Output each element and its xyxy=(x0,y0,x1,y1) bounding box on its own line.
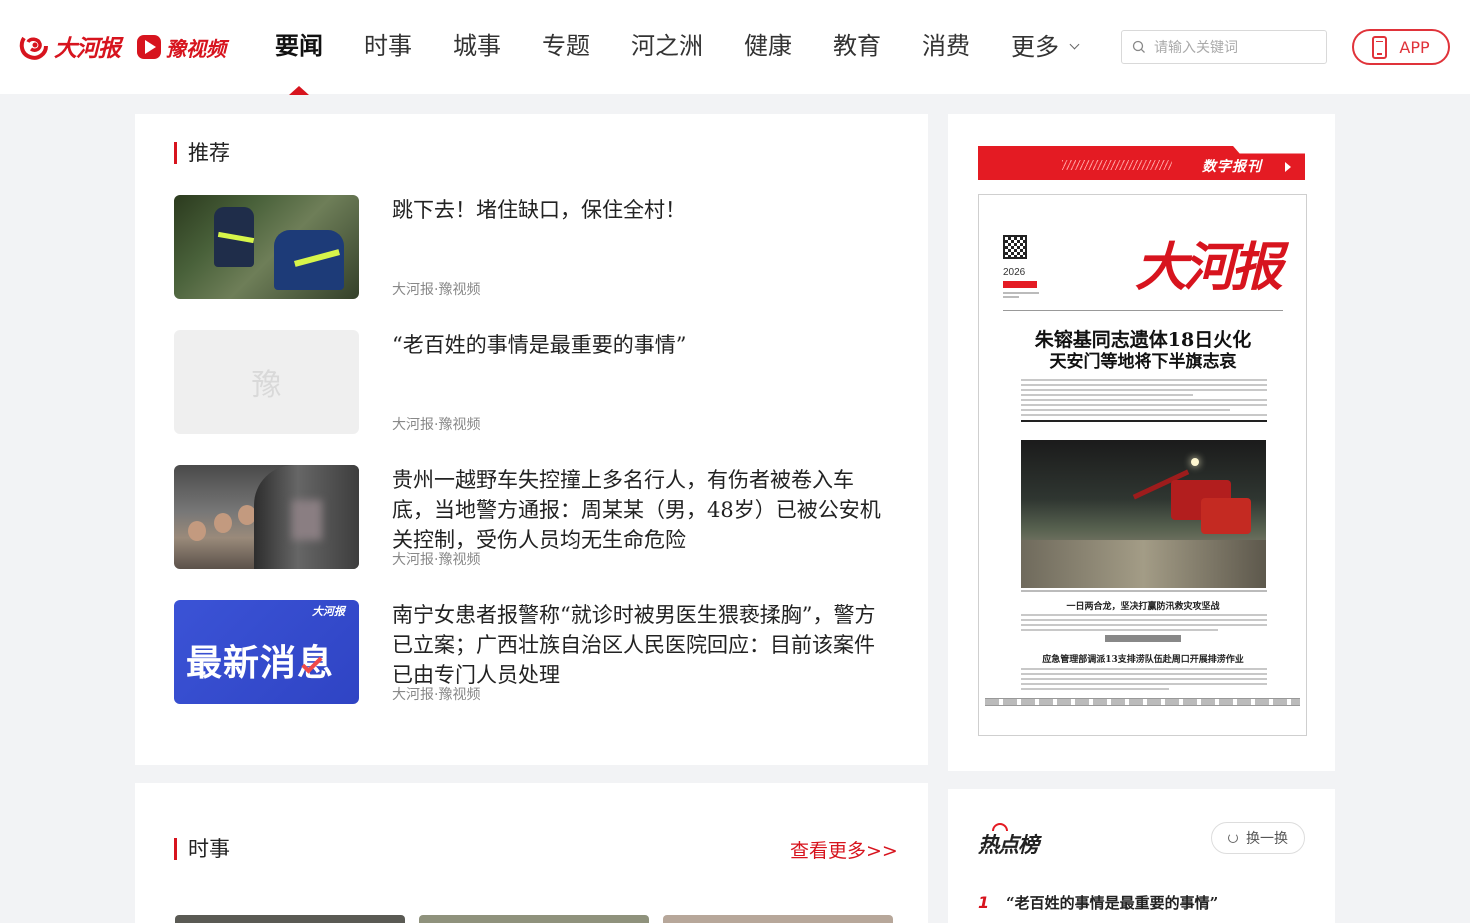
nav-item-zhuanti[interactable]: 专题 xyxy=(542,0,590,94)
news-source: 大河报·豫视频 xyxy=(392,552,481,568)
yu-video-logo[interactable]: 豫视频 xyxy=(136,30,226,64)
hot-list-title-text: 热点榜 xyxy=(978,833,1039,857)
nav-item-shishi[interactable]: 时事 xyxy=(364,0,412,94)
banner-label: 数字报刊 xyxy=(1202,159,1262,175)
paper-bottom-headline: 应急管理部调派13支排涝队伍赴周口开展排涝作业 xyxy=(1042,655,1244,665)
main-nav: 要闻 时事 城事 专题 河之洲 健康 教育 消费 更多 xyxy=(275,0,1119,95)
news-thumbnail[interactable] xyxy=(174,465,359,569)
nav-label: 河之洲 xyxy=(631,32,703,60)
nav-label: 消费 xyxy=(922,32,970,60)
shishi-panel: 时事 查看更多>> xyxy=(135,783,928,923)
nav-item-hezhizhou[interactable]: 河之洲 xyxy=(631,0,703,94)
hot-list-item[interactable]: 1 “老百姓的事情是最重要的事情” xyxy=(978,892,1218,913)
news-thumbnail-placeholder[interactable]: 豫 xyxy=(174,330,359,434)
recommend-panel: 推荐 跳下去！堵住缺口，保住全村！ 大河报·豫视频 豫 “老百姓的事情是最重要的… xyxy=(135,114,928,765)
app-download-button[interactable]: APP xyxy=(1352,29,1450,65)
paper-headline-line2: 天安门等地将下半旗志哀 xyxy=(1049,352,1237,372)
nav-label: 要闻 xyxy=(275,32,323,60)
placeholder-char: 豫 xyxy=(251,368,282,403)
phone-icon xyxy=(1372,35,1388,59)
nav-item-jiankang[interactable]: 健康 xyxy=(744,0,792,94)
news-item[interactable]: 贵州一越野车失控撞上多名行人，有伤者被卷入车底，当地警方通报：周某某（男，48岁… xyxy=(174,465,894,569)
paper-front-photo xyxy=(1021,440,1266,588)
top-header: 大河报 豫视频 要闻 时事 城事 专题 河之洲 健康 教育 消费 更多 APP xyxy=(0,0,1470,95)
refresh-icon xyxy=(1228,833,1238,843)
refresh-label: 换一换 xyxy=(1246,831,1288,847)
news-title[interactable]: 南宁女患者报警称“就诊时被男医生猥亵揉胸”，警方已立案；广西壮族自治区人民医院回… xyxy=(392,600,882,690)
dahe-logo-text: 大河报 xyxy=(54,35,121,62)
nav-label: 城事 xyxy=(453,32,501,60)
news-title[interactable]: 贵州一越野车失控撞上多名行人，有伤者被卷入车底，当地警方通报：周某某（男，48岁… xyxy=(392,465,882,555)
hot-item-title[interactable]: “老百姓的事情是最重要的事情” xyxy=(1006,892,1218,913)
hot-list-panel: 热点榜 换一换 1 “老百姓的事情是最重要的事情” xyxy=(948,789,1335,923)
hot-rank: 1 xyxy=(978,893,990,912)
nav-label: 健康 xyxy=(744,32,792,60)
news-item[interactable]: 跳下去！堵住缺口，保住全村！ 大河报·豫视频 xyxy=(174,195,894,299)
news-item[interactable]: 大河报 最新消息 南宁女患者报警称“就诊时被男医生猥亵揉胸”，警方已立案；广西壮… xyxy=(174,600,894,704)
nav-item-jiaoyu[interactable]: 教育 xyxy=(833,0,881,94)
arrow-right-icon xyxy=(1285,162,1291,172)
flame-icon xyxy=(992,823,1008,831)
nav-label: 教育 xyxy=(833,32,881,60)
app-button-label: APP xyxy=(1399,37,1430,57)
news-thumbnail[interactable] xyxy=(174,195,359,299)
news-source: 大河报·豫视频 xyxy=(392,417,481,433)
nav-item-more[interactable]: 更多 xyxy=(1011,0,1080,94)
shishi-thumbnail[interactable] xyxy=(663,915,893,923)
hot-list-title: 热点榜 xyxy=(978,823,1039,859)
chevron-down-icon xyxy=(1069,39,1080,49)
search-input[interactable] xyxy=(1154,39,1314,55)
paper-sub-headline: 一日两合龙，坚决打赢防汛救灾攻坚战 xyxy=(1066,602,1220,612)
nav-item-chengshi[interactable]: 城事 xyxy=(453,0,501,94)
shishi-thumbnail[interactable] xyxy=(419,915,649,923)
newspaper-front-page[interactable]: 2026 大河报 朱镕基同志遗体18日火化 天安门等地将下半旗志哀 一日两合龙，… xyxy=(978,194,1307,736)
nav-item-yaowen[interactable]: 要闻 xyxy=(275,0,323,95)
digital-newspaper-panel: 数字报刊 2026 大河报 朱镕基同志遗体18日火化 天安门等地将下半旗志哀 一… xyxy=(948,114,1335,771)
news-title[interactable]: 跳下去！堵住缺口，保住全村！ xyxy=(392,195,882,225)
paper-masthead: 大河报 xyxy=(1135,237,1283,298)
nav-label: 更多 xyxy=(1011,33,1059,61)
nav-label: 专题 xyxy=(542,32,590,60)
recommend-section-title: 推荐 xyxy=(174,141,230,165)
dahe-logo[interactable]: 大河报 xyxy=(18,28,121,64)
thumbnail-logo: 大河报 xyxy=(312,605,345,618)
shishi-thumbnail[interactable] xyxy=(175,915,405,923)
qr-code-icon xyxy=(1003,235,1027,259)
digital-newspaper-banner[interactable]: 数字报刊 xyxy=(978,146,1305,180)
news-source: 大河报·豫视频 xyxy=(392,282,481,298)
search-box xyxy=(1121,30,1327,64)
news-thumbnail[interactable]: 大河报 最新消息 xyxy=(174,600,359,704)
play-icon xyxy=(137,35,161,59)
view-more-link[interactable]: 查看更多>> xyxy=(790,836,898,863)
shishi-section-title: 时事 xyxy=(174,837,230,861)
news-source: 大河报·豫视频 xyxy=(392,687,481,703)
paper-year: 2026 xyxy=(1003,267,1026,278)
nav-item-xiaofei[interactable]: 消费 xyxy=(922,0,970,94)
date-tag xyxy=(1003,281,1037,288)
nav-label: 时事 xyxy=(364,32,412,60)
dahe-logo-icon xyxy=(19,36,48,60)
yu-video-logo-text: 豫视频 xyxy=(166,36,226,61)
news-item[interactable]: 豫 “老百姓的事情是最重要的事情” 大河报·豫视频 xyxy=(174,330,894,434)
search-icon[interactable] xyxy=(1132,40,1146,54)
news-title[interactable]: “老百姓的事情是最重要的事情” xyxy=(392,330,882,360)
refresh-button[interactable]: 换一换 xyxy=(1211,822,1305,854)
